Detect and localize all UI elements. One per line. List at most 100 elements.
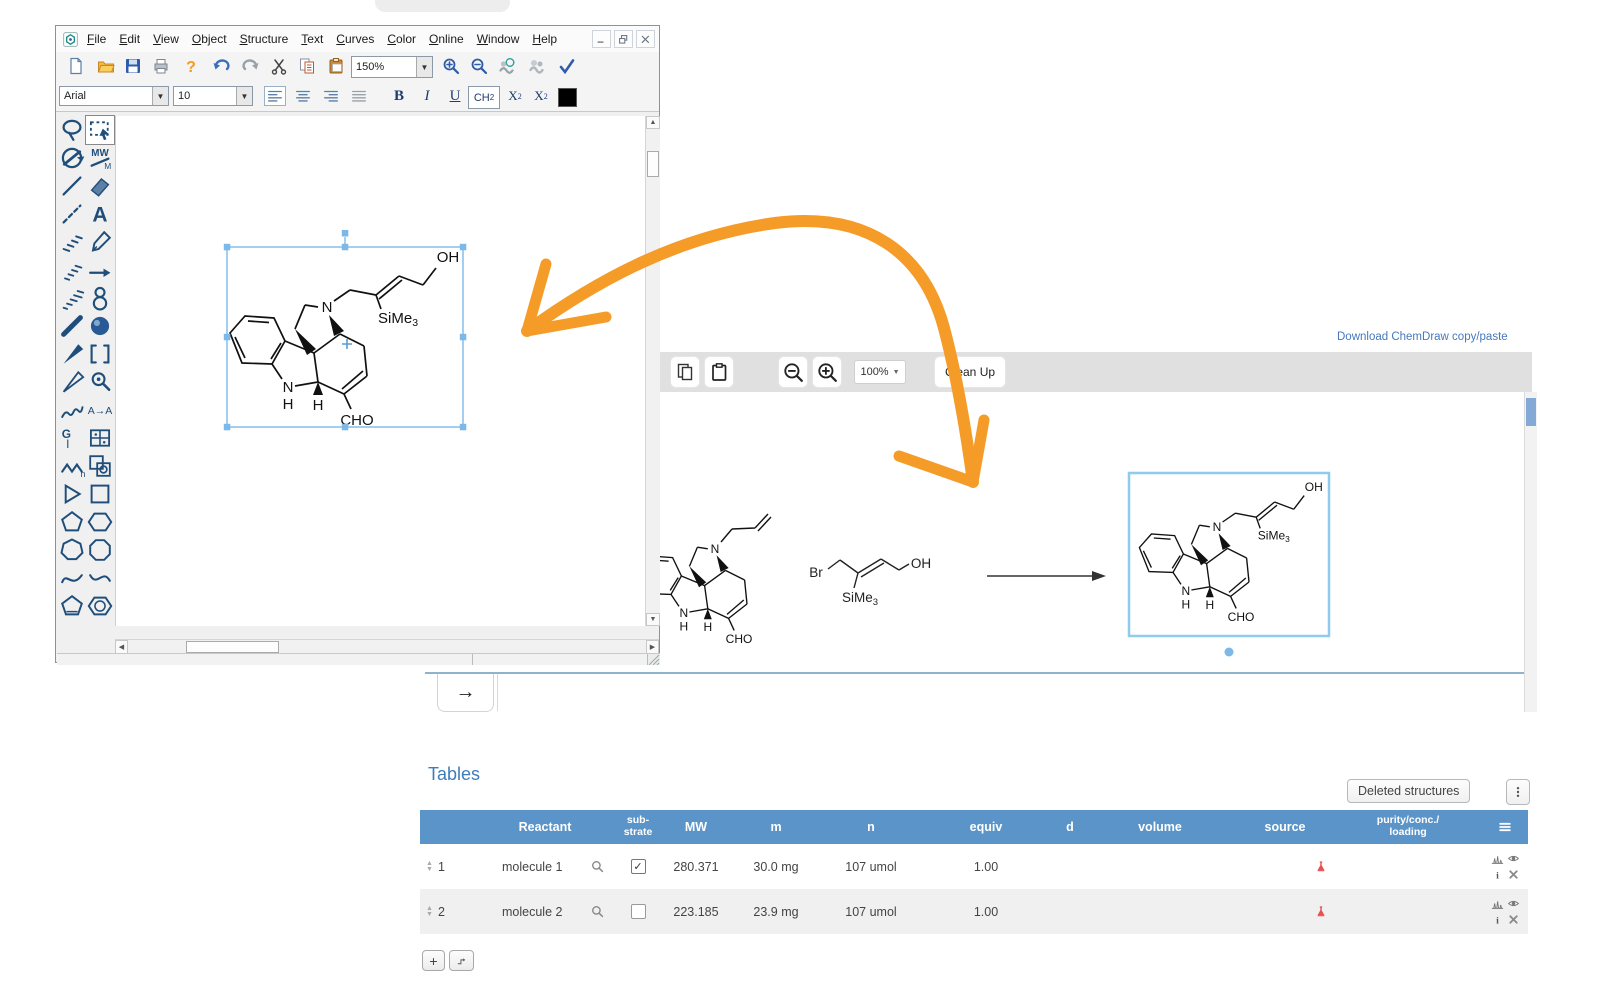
align-justify-button[interactable] [349,87,369,105]
scroll-right-button[interactable]: ▶ [646,640,659,654]
add-step-button[interactable] [449,950,474,971]
subscript-button[interactable]: X2 [504,85,526,107]
cyclopentane-tool[interactable] [58,592,86,620]
font-size-select[interactable]: 10▼ [173,86,253,106]
heptagon-tool[interactable] [58,536,86,564]
hexagon-tool[interactable] [86,508,114,536]
minimize-button[interactable] [592,30,611,48]
menu-online[interactable]: Online [429,32,464,46]
flask-icon[interactable] [1314,859,1328,875]
menu-edit[interactable]: Edit [119,32,140,46]
table-tool-tool[interactable] [86,424,114,452]
zoom-out-button[interactable] [469,56,489,76]
atom-map-tool[interactable]: A→A [86,396,114,424]
benzene-tool[interactable] [86,592,114,620]
zoom-in-button[interactable] [441,56,461,76]
close-button[interactable] [636,30,655,48]
scrollbar-thumb[interactable] [186,641,279,653]
bracket-tool[interactable] [86,340,114,368]
zoom-in-button[interactable] [812,356,842,388]
chem-tool-icon-1[interactable] [497,56,517,76]
align-right-button[interactable] [321,87,341,105]
menu-color[interactable]: Color [387,32,416,46]
curve-tool[interactable] [58,564,86,592]
marquee-tool[interactable] [86,116,114,144]
deleted-structures-button[interactable]: Deleted structures [1347,779,1470,803]
help-button[interactable]: ? [181,56,201,76]
superscript-button[interactable]: X2 [530,85,552,107]
open-button[interactable] [96,56,116,76]
flask-icon[interactable] [1314,904,1328,920]
spectrum-icon[interactable] [1490,896,1505,911]
search-icon[interactable] [590,859,606,875]
substrate-checkbox[interactable] [631,904,646,919]
info-icon[interactable]: i [1491,913,1504,926]
hollow-wedge-tool[interactable] [58,368,86,396]
vertical-scrollbar[interactable]: ▲ ▼ [645,116,660,626]
copy-button[interactable] [670,356,700,388]
undo-button[interactable] [211,56,231,76]
paste-button[interactable] [326,56,346,76]
table-menu-button[interactable] [1506,779,1530,805]
menu-file[interactable]: File [87,32,106,46]
reaction-step-tab[interactable]: → [437,674,494,712]
copy-button[interactable] [297,56,317,76]
search-icon[interactable] [590,904,606,920]
square-tool[interactable] [86,480,114,508]
italic-button[interactable]: I [416,85,438,107]
redo-button[interactable] [241,56,261,76]
selected-structure[interactable] [230,249,459,429]
resize-grip-icon[interactable] [648,654,660,665]
substrate-checkbox[interactable]: ✓ [631,859,646,874]
dashed-bond-tool[interactable] [58,200,86,228]
bond-tool[interactable] [58,172,86,200]
wedge-bond-tool[interactable] [58,340,86,368]
spectrum-icon[interactable] [1490,851,1505,866]
hash-wedge-tool[interactable] [58,284,86,312]
triangle-tool[interactable] [58,480,86,508]
gi-tool-tool[interactable]: GI [58,424,86,452]
zoom-level-select[interactable]: 150%▼ [351,56,433,78]
menu-structure[interactable]: Structure [240,32,289,46]
check-structure-button[interactable] [557,56,577,76]
clean-up-button[interactable]: Clean Up [934,356,1006,388]
bold-bond-tool[interactable] [58,312,86,340]
scroll-left-button[interactable]: ◀ [115,640,128,654]
new-document-button[interactable] [66,56,86,76]
bold-button[interactable]: B [388,85,410,107]
align-center-button[interactable] [293,87,313,105]
scrollbar-thumb[interactable] [1526,398,1536,426]
horizontal-scrollbar[interactable]: ◀ ▶ [115,639,659,654]
color-swatch[interactable] [558,88,577,107]
pen-tool[interactable] [86,228,114,256]
save-button[interactable] [123,56,143,76]
print-button[interactable] [151,56,171,76]
delete-row-icon[interactable] [1507,868,1520,881]
orbital-tool[interactable] [86,284,114,312]
canvas-scrollbar[interactable] [1524,392,1537,712]
sort-handle-icon[interactable]: ▲▼ [426,906,433,917]
download-chemdraw-link[interactable]: Download ChemDraw copy/paste [1337,331,1508,343]
menu-object[interactable]: Object [192,32,227,46]
cut-button[interactable] [269,56,289,76]
eye-icon[interactable] [1507,897,1520,910]
hash-bond-tool[interactable] [58,228,86,256]
align-left-button[interactable] [265,87,285,105]
restore-button[interactable] [614,30,633,48]
orbit-tool[interactable] [58,144,86,172]
lasso-tool[interactable] [58,116,86,144]
scrollbar-thumb[interactable] [647,151,659,177]
analysis-tool[interactable]: MWM [86,144,114,172]
curve2-tool[interactable] [86,564,114,592]
formula-style-button[interactable]: CH2 [468,86,500,109]
header-row-menu[interactable] [1482,819,1528,835]
menu-view[interactable]: View [153,32,179,46]
sort-handle-icon[interactable]: ▲▼ [426,861,433,872]
font-family-select[interactable]: Arial▼ [59,86,169,106]
chem-tool-icon-2[interactable] [527,56,547,76]
sphere-tool[interactable] [86,312,114,340]
arrow-tool[interactable] [86,256,114,284]
selection-rectangle[interactable] [224,230,466,430]
scroll-down-button[interactable]: ▼ [646,613,660,626]
chemdraw-canvas[interactable] [115,116,646,626]
